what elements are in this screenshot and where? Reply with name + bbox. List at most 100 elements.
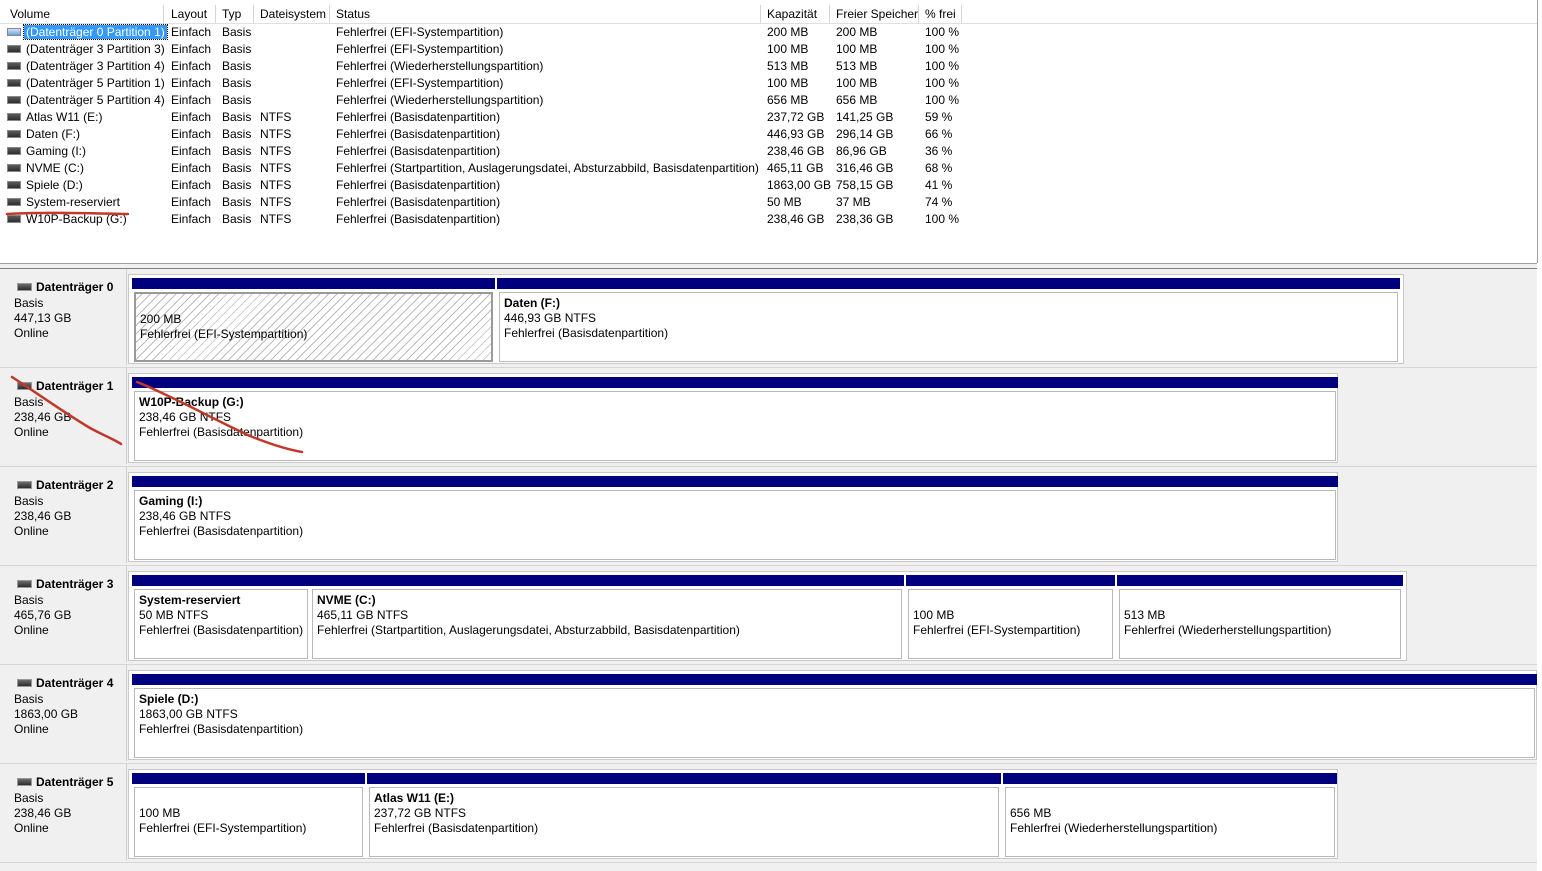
partition-status: Fehlerfrei (EFI-Systempartition) — [913, 623, 1081, 637]
column-header-volume[interactable]: Volume — [4, 5, 164, 23]
volume-row[interactable]: (Datenträger 5 Partition 1) Einfach Basis F… — [0, 75, 962, 92]
disk-name: Datenträger 4 — [17, 676, 113, 690]
column-header-layout[interactable]: Layout — [165, 5, 216, 23]
volume-freier-speicher-cell: 513 MB — [836, 59, 878, 73]
partition-size: 513 MB — [1124, 608, 1166, 622]
disk-label[interactable]: Datenträger 5 Basis 238,46 GB Online — [5, 764, 127, 860]
volume-name-cell[interactable]: (Datenträger 3 Partition 3) — [7, 41, 165, 58]
volume-typ-cell: Basis — [222, 110, 252, 124]
volume-row[interactable]: W10P-Backup (G:) Einfach Basis NTFS Fehlerfr… — [0, 211, 962, 228]
partition-block[interactable]: 200 MB Fehlerfrei (EFI-Systempartition) — [132, 278, 495, 362]
partition-block[interactable]: 100 MB Fehlerfrei (EFI-Systempartition) — [132, 773, 365, 857]
partition-body: 200 MB Fehlerfrei (EFI-Systempartition) — [134, 292, 493, 362]
partition-block[interactable]: 656 MB Fehlerfrei (Wiederherstellungspart… — [1003, 773, 1337, 857]
volume-kapazitaet-cell: 100 MB — [767, 76, 809, 90]
volume-typ-cell: Basis — [222, 42, 252, 56]
volume-name-cell[interactable]: (Datenträger 5 Partition 1) — [7, 75, 165, 92]
volume-name-cell[interactable]: Spiele (D:) — [7, 177, 83, 194]
volume-prozent-frei-cell: 59 % — [925, 110, 953, 124]
volume-name-cell[interactable]: (Datenträger 3 Partition 4) — [7, 58, 165, 75]
volume-row[interactable]: (Datenträger 3 Partition 3) Einfach Basis F… — [0, 41, 962, 58]
partition-block[interactable]: Gaming (I:) 238,46 GB NTFS Fehlerfrei (Bas… — [132, 476, 1338, 560]
disk-label[interactable]: Datenträger 0 Basis 447,13 GB Online — [5, 269, 127, 365]
disk-type: Basis — [14, 296, 44, 310]
volume-status-cell: Fehlerfrei (Basisdatenpartition) — [336, 110, 501, 124]
volume-disk-icon — [7, 163, 21, 172]
volume-disk-icon — [7, 197, 21, 206]
partition-block[interactable]: Spiele (D:) 1863,00 GB NTFS Fehlerfrei (Ba… — [132, 674, 1537, 758]
partition-size: 1863,00 GB NTFS — [139, 707, 238, 721]
volume-layout-cell: Einfach — [171, 42, 212, 56]
volume-row[interactable]: Daten (F:) Einfach Basis NTFS Fehlerfrei (Ba… — [0, 126, 962, 143]
partition-header-bar — [132, 575, 310, 586]
column-header-prozent-frei[interactable]: % frei — [919, 5, 962, 23]
volume-row[interactable]: Atlas W11 (E:) Einfach Basis NTFS Fehlerfrei… — [0, 109, 962, 126]
disk-label[interactable]: Datenträger 2 Basis 238,46 GB Online — [5, 467, 127, 563]
volume-freier-speicher-cell: 758,15 GB — [836, 178, 894, 192]
volume-name-cell[interactable]: Daten (F:) — [7, 126, 80, 143]
partition-header-bar — [132, 278, 495, 289]
partition-block[interactable]: Atlas W11 (E:) 237,72 GB NTFS Fehlerfrei (… — [367, 773, 1001, 857]
partition-block[interactable]: W10P-Backup (G:) 238,46 GB NTFS Fehlerfrei… — [132, 377, 1338, 461]
partition-size: 100 MB — [913, 608, 955, 622]
volume-name-cell[interactable]: W10P-Backup (G:) — [7, 211, 127, 228]
volume-name-cell[interactable]: System-reserviert — [7, 194, 120, 211]
volume-dateisystem-cell: NTFS — [260, 212, 292, 226]
volume-freier-speicher-cell: 37 MB — [836, 195, 871, 209]
partition-block[interactable]: 513 MB Fehlerfrei (Wiederherstellungspart… — [1117, 575, 1403, 659]
volume-kapazitaet-cell: 238,46 GB — [767, 144, 825, 158]
partition-block[interactable]: System-reserviert 50 MB NTFS Fehlerfrei (B… — [132, 575, 310, 659]
partition-size: 656 MB — [1010, 806, 1052, 820]
partition-body: 513 MB Fehlerfrei (Wiederherstellungspart… — [1119, 589, 1401, 659]
volume-name-cell[interactable]: (Datenträger 0 Partition 1) — [7, 24, 168, 41]
volume-row[interactable]: NVME (C:) Einfach Basis NTFS Fehlerfrei (Sta… — [0, 160, 962, 177]
partition-body: Spiele (D:) 1863,00 GB NTFS Fehlerfrei (Ba… — [134, 688, 1535, 758]
volume-name-cell[interactable]: Gaming (I:) — [7, 143, 86, 160]
volume-row[interactable]: Spiele (D:) Einfach Basis NTFS Fehlerfrei (B… — [0, 177, 962, 194]
volume-prozent-frei-cell: 100 % — [925, 76, 960, 90]
column-header-typ[interactable]: Typ — [216, 5, 254, 23]
volume-row[interactable]: (Datenträger 5 Partition 4) Einfach Basis F… — [0, 92, 962, 109]
volume-row[interactable]: (Datenträger 3 Partition 4) Einfach Basis F… — [0, 58, 962, 75]
volume-list[interactable]: Volume Layout Typ Dateisystem Status Kap… — [0, 0, 1538, 263]
disk-name-text: Datenträger 4 — [36, 676, 114, 690]
volume-name-cell[interactable]: (Datenträger 5 Partition 4) — [7, 92, 165, 109]
column-header-freier-speicher[interactable]: Freier Speicher — [830, 5, 919, 23]
partition-size: 50 MB NTFS — [139, 608, 209, 622]
column-header-kapazitaet[interactable]: Kapazität — [761, 5, 830, 23]
volume-name-cell[interactable]: Atlas W11 (E:) — [7, 109, 102, 126]
partition-header-bar — [132, 377, 1338, 388]
partition-header-bar — [367, 773, 1001, 784]
disk-row: Datenträger 2 Basis 238,46 GB Online Gaming … — [0, 467, 1537, 566]
disk-name: Datenträger 0 — [17, 280, 113, 294]
partition-block[interactable]: 100 MB Fehlerfrei (EFI-Systempartition) — [906, 575, 1115, 659]
disk-size: 238,46 GB — [14, 806, 72, 820]
volume-kapazitaet-cell: 50 MB — [767, 195, 802, 209]
partition-body: Atlas W11 (E:) 237,72 GB NTFS Fehlerfrei (… — [369, 787, 999, 857]
partition-size: 237,72 GB NTFS — [374, 806, 467, 820]
partition-status: Fehlerfrei (Basisdatenpartition) — [139, 425, 304, 439]
volume-freier-speicher-cell: 100 MB — [836, 42, 878, 56]
volume-freier-speicher-cell: 656 MB — [836, 93, 878, 107]
disk-label[interactable]: Datenträger 1 Basis 238,46 GB Online — [5, 368, 127, 464]
volume-typ-cell: Basis — [222, 178, 252, 192]
column-header-status[interactable]: Status — [330, 5, 761, 23]
disk-label[interactable]: Datenträger 4 Basis 1863,00 GB Online — [5, 665, 127, 761]
volume-dateisystem-cell: NTFS — [260, 110, 292, 124]
volume-prozent-frei-cell: 68 % — [925, 161, 953, 175]
volume-row[interactable]: (Datenträger 0 Partition 1) Einfach Basis F… — [0, 24, 962, 41]
partition-block[interactable]: Daten (F:) 446,93 GB NTFS Fehlerfrei (Basi… — [497, 278, 1400, 362]
volume-row[interactable]: Gaming (I:) Einfach Basis NTFS Fehlerfrei (B… — [0, 143, 962, 160]
volume-kapazitaet-cell: 1863,00 GB — [767, 178, 832, 192]
partition-header-bar — [132, 476, 1338, 487]
partition-name: Atlas W11 (E:) — [374, 791, 455, 805]
partition-body: NVME (C:) 465,11 GB NTFS Fehlerfrei (Start… — [312, 589, 902, 659]
volume-row[interactable]: System-reserviert Einfach Basis NTFS Fehlerf… — [0, 194, 962, 211]
partition-block[interactable]: NVME (C:) 465,11 GB NTFS Fehlerfrei (Start… — [310, 575, 904, 659]
column-header-dateisystem[interactable]: Dateisystem — [254, 5, 330, 23]
volume-name-cell[interactable]: NVME (C:) — [7, 160, 84, 177]
partition-name: Spiele (D:) — [139, 692, 199, 706]
disk-partition-area: 200 MB Fehlerfrei (EFI-Systempartition) Da… — [128, 274, 1404, 364]
disk-label[interactable]: Datenträger 3 Basis 465,76 GB Online — [5, 566, 127, 662]
volume-typ-cell: Basis — [222, 93, 252, 107]
